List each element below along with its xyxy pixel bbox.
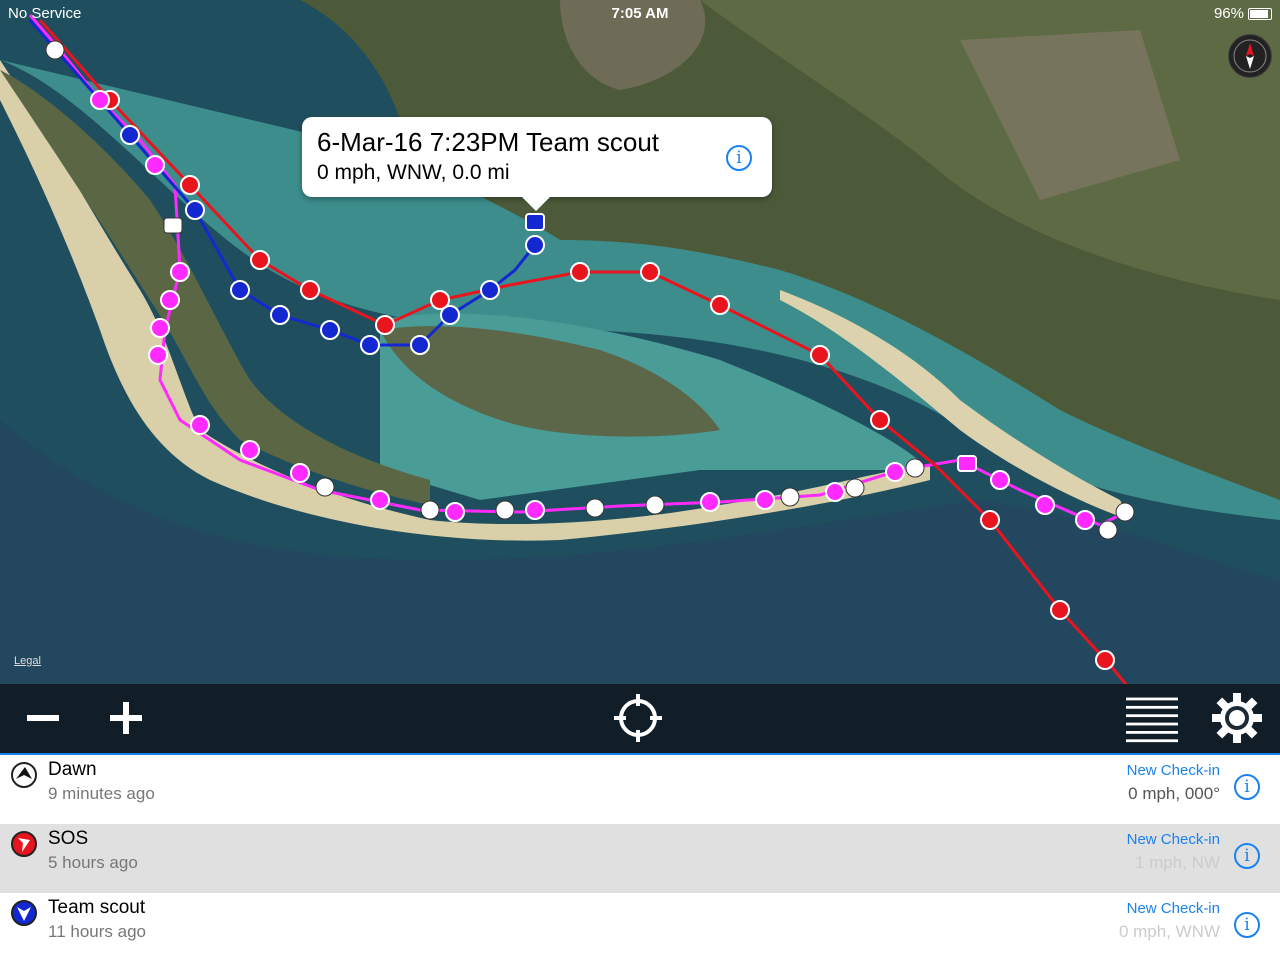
list-item[interactable]: SOS 5 hours ago New Check-in 1 mph, NW i	[0, 824, 1280, 893]
battery-indicator: 96%	[1214, 5, 1272, 22]
list-item[interactable]: Team scout 11 hours ago New Check-in 0 m…	[0, 893, 1280, 962]
gear-icon	[1212, 693, 1262, 743]
tracker-list: Dawn 9 minutes ago New Check-in 0 mph, 0…	[0, 755, 1280, 962]
info-icon[interactable]: i	[1234, 843, 1260, 869]
compass-icon[interactable]	[1228, 34, 1272, 78]
crosshair-icon	[614, 694, 662, 742]
callout-title: 6-Mar-16 7:23PM Team scout	[317, 127, 659, 157]
zoom-in-button[interactable]	[100, 692, 152, 744]
sos-marker-icon	[11, 831, 37, 857]
status-bar: No Service 7:05 AM 96%	[0, 0, 1280, 26]
list-button[interactable]	[1126, 692, 1178, 744]
tracker-last-seen: 9 minutes ago	[48, 784, 155, 803]
toolbar-divider	[0, 753, 1280, 755]
tracker-name: Dawn	[48, 759, 97, 780]
tracker-speed: 1 mph, NW	[1134, 853, 1220, 872]
map-view[interactable]: 6-Mar-16 7:23PM Team scout 0 mph, WNW, 0…	[0, 0, 1280, 684]
tracker-speed: 0 mph, 000°	[1128, 784, 1220, 803]
clock: 7:05 AM	[611, 5, 669, 22]
legal-link[interactable]: Legal	[14, 655, 41, 667]
info-icon[interactable]: i	[1234, 774, 1260, 800]
battery-icon	[1248, 7, 1272, 20]
list-icon	[1126, 697, 1178, 743]
new-checkin-link[interactable]: New Check-in	[1127, 762, 1220, 779]
settings-button[interactable]	[1211, 692, 1263, 744]
tracker-last-seen: 5 hours ago	[48, 853, 138, 872]
callout-subtitle: 0 mph, WNW, 0.0 mi	[317, 161, 510, 184]
battery-percent: 96%	[1213, 5, 1244, 22]
locate-button[interactable]	[612, 692, 664, 744]
dawn-markers	[45, 40, 1135, 540]
tracker-last-seen: 11 hours ago	[48, 922, 146, 941]
team-scout-marker-icon	[11, 900, 37, 926]
plus-icon	[110, 702, 142, 734]
zoom-out-button[interactable]	[17, 692, 69, 744]
new-checkin-link[interactable]: New Check-in	[1127, 831, 1220, 848]
new-checkin-link[interactable]: New Check-in	[1127, 900, 1220, 917]
track-overlay	[28, 14, 1135, 684]
location-callout[interactable]: 6-Mar-16 7:23PM Team scout 0 mph, WNW, 0…	[302, 117, 772, 211]
info-icon[interactable]: i	[1234, 912, 1260, 938]
list-item[interactable]: Dawn 9 minutes ago New Check-in 0 mph, 0…	[0, 755, 1280, 824]
minus-icon	[27, 715, 59, 721]
map-toolbar	[0, 684, 1280, 753]
tracker-name: Team scout	[48, 897, 146, 918]
dawn-marker-icon	[11, 762, 37, 788]
tracker-speed: 0 mph, WNW	[1118, 922, 1220, 941]
tracker-name: SOS	[48, 828, 89, 849]
callout-info-icon[interactable]: i	[726, 145, 752, 171]
